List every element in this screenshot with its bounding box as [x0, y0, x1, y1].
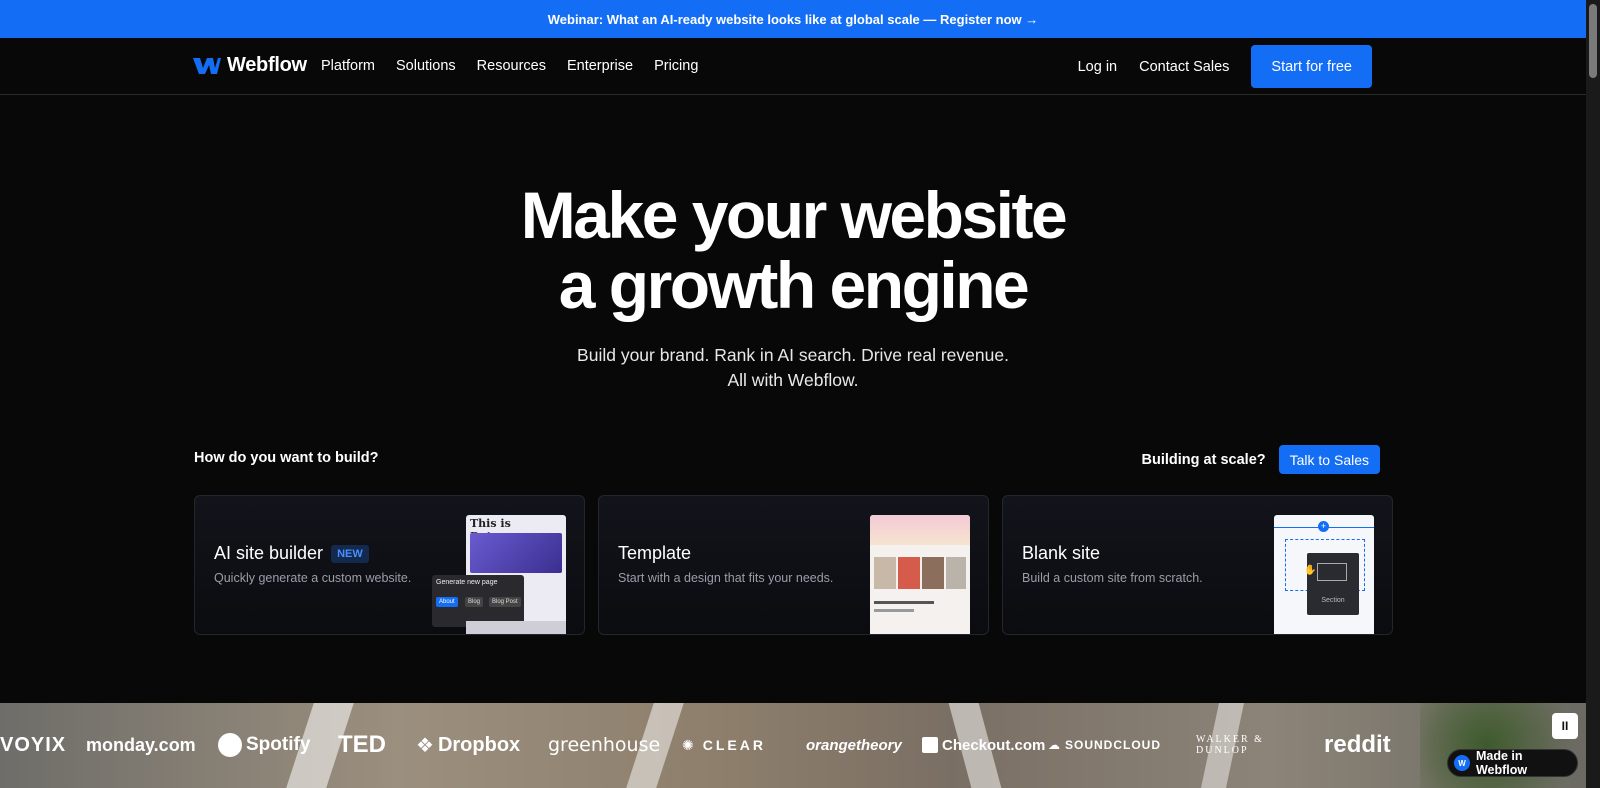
- card-title: AI site builder NEW: [214, 543, 369, 564]
- logo-dropbox-text: Dropbox: [437, 733, 521, 756]
- nav-actions: Log in Contact Sales Start for free: [1078, 45, 1372, 88]
- chip-blog: Blog: [465, 597, 484, 607]
- logo-walker-dunlop: WALKER & DUNLOP: [1196, 734, 1264, 756]
- nav-links: Platform Solutions Resources Enterprise …: [321, 38, 698, 94]
- webflow-w-icon: [193, 57, 221, 74]
- template-hero-image: [870, 515, 970, 545]
- scale-question: Building at scale?: [1141, 451, 1266, 468]
- scrollbar-thumb[interactable]: [1589, 4, 1597, 78]
- hero-subtitle: Build your brand. Rank in AI search. Dri…: [0, 343, 1586, 393]
- logo-checkout-text: Checkout.com: [942, 736, 1046, 754]
- chip-about: About: [436, 597, 458, 607]
- template-tile-4: [946, 557, 966, 589]
- dropbox-icon: ❖: [416, 734, 434, 757]
- logo-checkout: Checkout.com: [922, 729, 1045, 761]
- template-tile-3: [922, 557, 944, 589]
- template-text-line: [874, 601, 934, 604]
- card-template[interactable]: Template Start with a design that fits y…: [598, 495, 989, 635]
- nav-pricing[interactable]: Pricing: [654, 58, 698, 74]
- ai-builder-preview: This is Dataway Generate new page About …: [432, 515, 566, 634]
- page-scrollbar[interactable]: [1586, 0, 1600, 788]
- logo-orangetheory: orangetheory: [806, 736, 902, 754]
- logo-dropbox: ❖ Dropbox: [416, 729, 520, 761]
- template-tile-2: [898, 557, 920, 589]
- hero-title-line-1: Make your website: [520, 178, 1068, 252]
- customer-logos-strip: VOYIX monday.com Spotify TED ❖ Dropbox g…: [0, 703, 1586, 788]
- webflow-badge-icon: W: [1454, 755, 1470, 771]
- soundcloud-icon: ☁: [1048, 738, 1061, 752]
- hero-title: Make your website a growth engine: [0, 180, 1586, 320]
- logo-ted: TED: [338, 731, 386, 758]
- blank-site-preview: + Section ✋: [1274, 515, 1374, 634]
- logo-clear-text: CLEAR: [702, 737, 766, 753]
- pause-button[interactable]: II: [1552, 713, 1578, 739]
- logo-spotify: Spotify: [218, 729, 310, 761]
- logo-text: Webflow: [227, 54, 307, 76]
- template-preview: [870, 515, 970, 634]
- card-title-text: Blank site: [1022, 543, 1101, 563]
- card-description: Build a custom site from scratch.: [1022, 571, 1203, 585]
- talk-to-sales-button[interactable]: Talk to Sales: [1278, 445, 1380, 474]
- logo-voyix: VOYIX: [0, 733, 67, 756]
- preview-image: [470, 533, 562, 573]
- build-question: How do you want to build?: [194, 450, 379, 466]
- checkout-icon: [922, 737, 938, 753]
- template-text-line: [874, 609, 914, 612]
- logo-reddit: reddit: [1324, 731, 1391, 758]
- card-ai-site-builder[interactable]: AI site builder NEW Quickly generate a c…: [194, 495, 585, 635]
- logo-spotify-text: Spotify: [246, 734, 311, 755]
- generate-panel: Generate new page About Blog Blog Post: [432, 575, 524, 627]
- logo-monday: monday.com: [86, 734, 196, 755]
- start-for-free-button[interactable]: Start for free: [1251, 45, 1372, 88]
- card-blank-site[interactable]: Blank site Build a custom site from scra…: [1002, 495, 1393, 635]
- logo-soundcloud-text: SOUNDCLOUD: [1065, 738, 1161, 752]
- chip-blog-post: Blog Post: [489, 597, 521, 607]
- banner-text[interactable]: Webinar: What an AI-ready website looks …: [548, 12, 1039, 27]
- announcement-banner[interactable]: Webinar: What an AI-ready website looks …: [0, 0, 1586, 38]
- plus-icon: +: [1318, 521, 1329, 532]
- card-description: Start with a design that fits your needs…: [618, 571, 834, 585]
- webflow-logo[interactable]: Webflow: [193, 54, 307, 77]
- preview-footer: [466, 621, 566, 634]
- generate-label: Generate new page: [436, 579, 498, 586]
- section-block: Section: [1307, 553, 1359, 615]
- card-description: Quickly generate a custom website.: [214, 571, 412, 585]
- spotify-icon: [218, 733, 242, 757]
- clear-icon: ✺: [682, 736, 697, 753]
- template-tile-1: [874, 557, 896, 589]
- logo-clear: ✺ CLEAR: [682, 729, 766, 761]
- card-title-text: Template: [618, 543, 692, 563]
- card-title-text: AI site builder: [214, 543, 324, 563]
- contact-sales-link[interactable]: Contact Sales: [1139, 59, 1229, 75]
- scale-section: Building at scale? Talk to Sales: [1142, 445, 1380, 474]
- nav-resources[interactable]: Resources: [477, 58, 546, 74]
- login-link[interactable]: Log in: [1078, 59, 1118, 75]
- hero-sub-line-2: All with Webflow.: [727, 370, 859, 390]
- logo-greenhouse: greenhouse: [548, 734, 661, 756]
- logo-soundcloud: ☁ SOUNDCLOUD: [1048, 729, 1161, 761]
- hero-title-line-2: a growth engine: [558, 248, 1030, 322]
- card-title: Template: [618, 543, 691, 564]
- top-nav: Webflow Platform Solutions Resources Ent…: [0, 38, 1586, 95]
- hand-cursor-icon: ✋: [1304, 565, 1317, 576]
- nav-platform[interactable]: Platform: [321, 58, 375, 74]
- section-label: Section: [1321, 597, 1345, 604]
- new-badge: NEW: [331, 544, 369, 563]
- made-in-webflow-badge[interactable]: W Made in Webflow: [1447, 749, 1578, 777]
- nav-enterprise[interactable]: Enterprise: [567, 58, 633, 74]
- nav-solutions[interactable]: Solutions: [396, 58, 456, 74]
- card-title: Blank site: [1022, 543, 1100, 564]
- section-outline: [1317, 563, 1347, 581]
- hero-sub-line-1: Build your brand. Rank in AI search. Dri…: [577, 345, 1009, 365]
- made-in-webflow-text: Made in Webflow: [1475, 749, 1528, 777]
